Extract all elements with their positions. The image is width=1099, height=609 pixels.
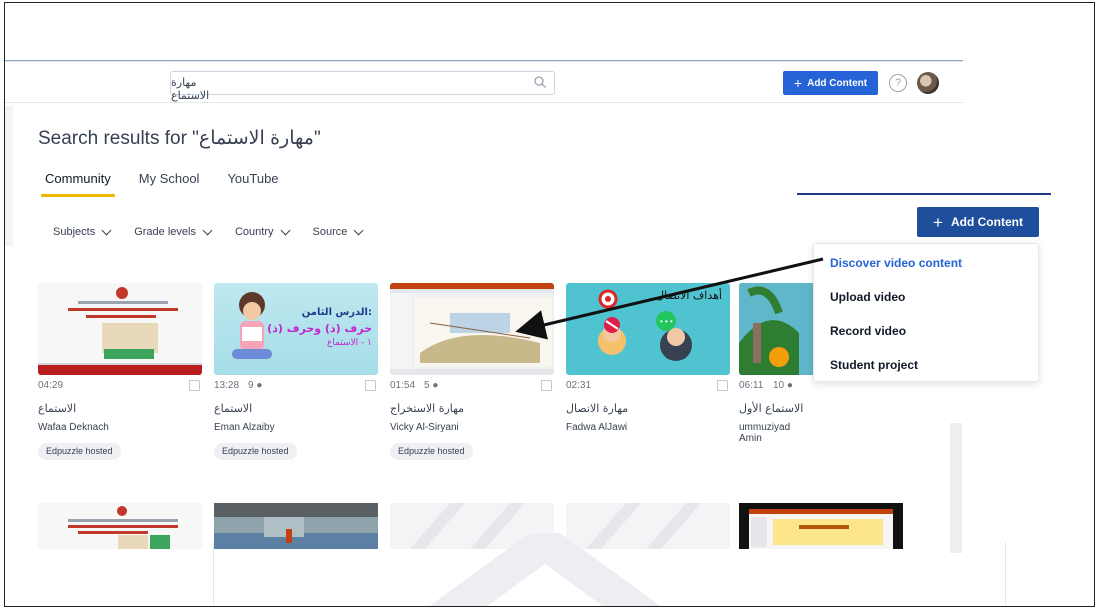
screenshot-frame: مهارة الاستماع + Add Content ? Search re… [4,2,1095,607]
annotation-arrow [515,257,824,340]
